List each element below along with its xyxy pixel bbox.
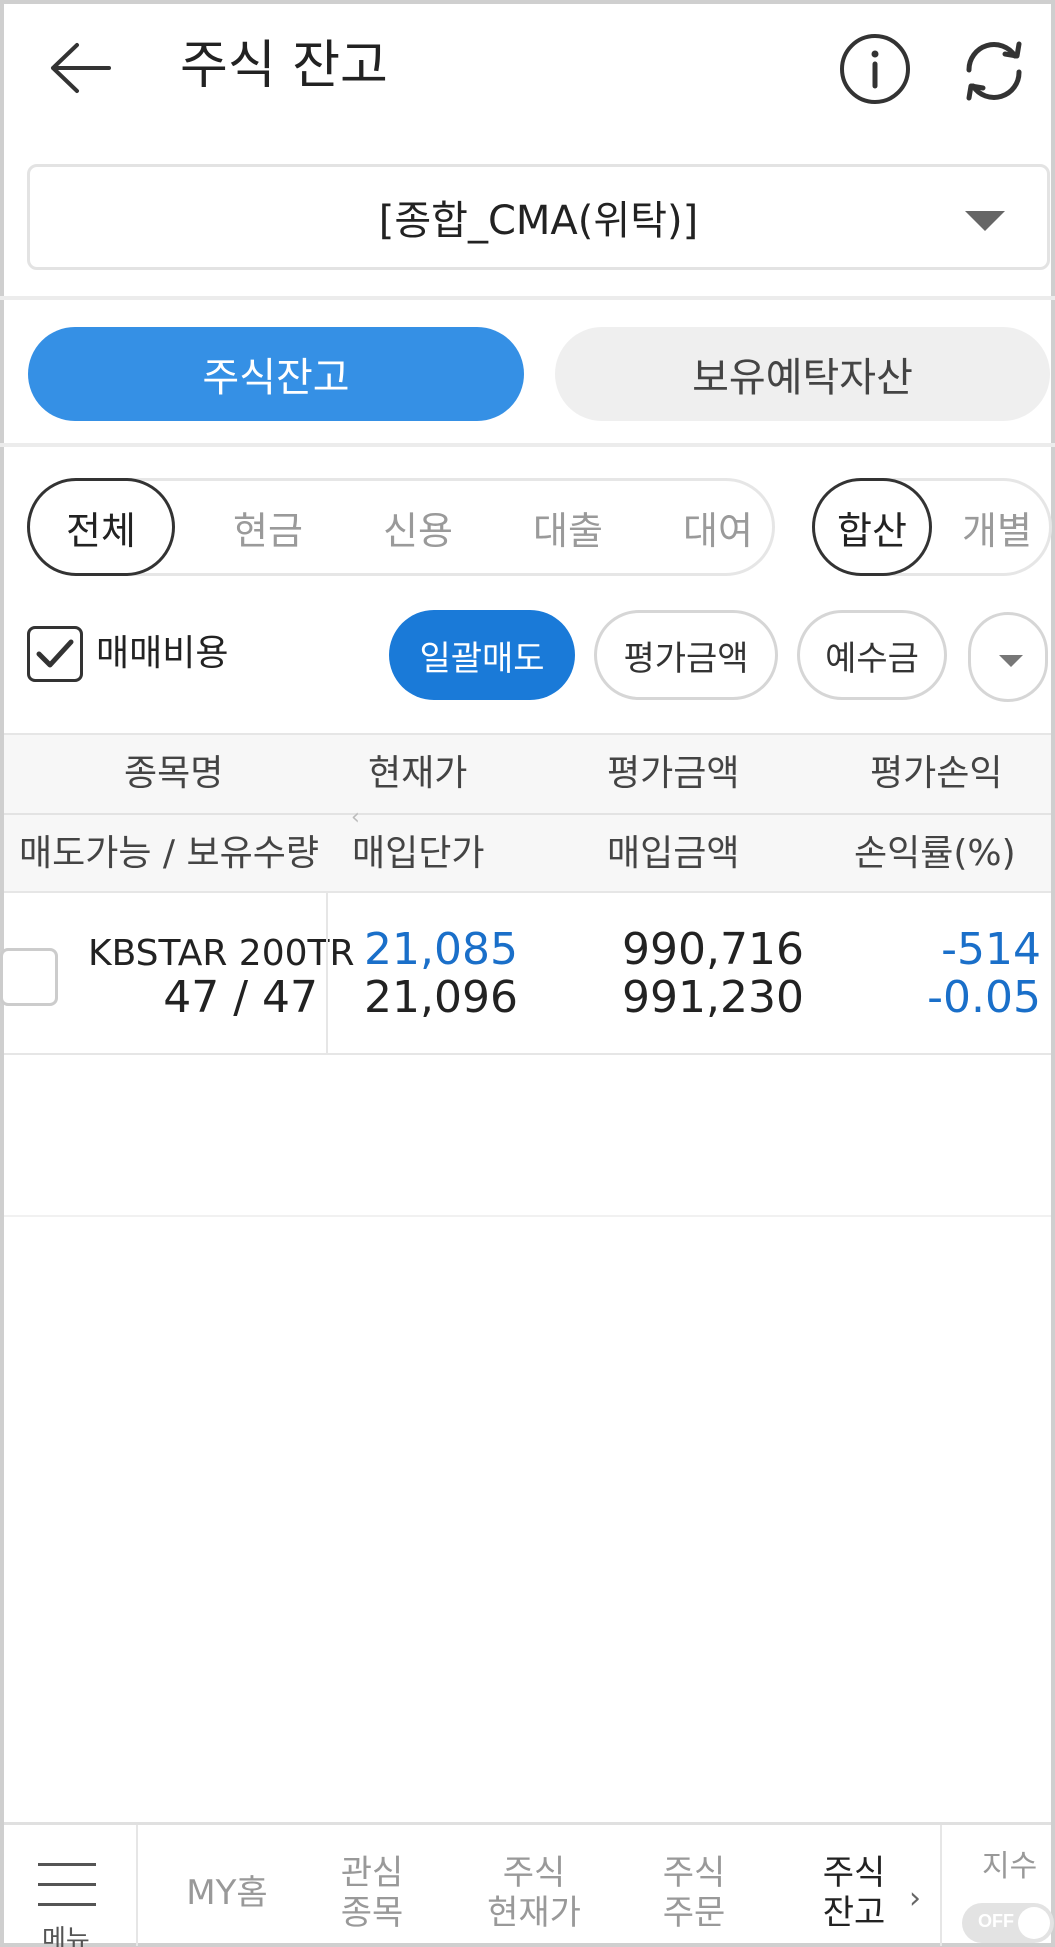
scroll-left-icon[interactable]: ‹ [351,805,360,830]
fee-checkbox-label: 매매비용 [96,633,229,674]
nav-label: MY홈 [186,1873,268,1913]
refresh-button[interactable] [955,32,1033,110]
sell-all-button[interactable]: 일괄매도 [389,610,575,700]
avg-price: 21,096 [364,972,518,1023]
caret-down-icon [965,211,1005,231]
buy-amount: 991,230 [622,972,804,1023]
fee-checkbox[interactable] [27,626,83,682]
table-header: 종목명 현재가 평가금액 평가손익 ‹ 매도가능 / 보유수량 매입단가 매입금… [4,733,1051,893]
nav-label: 잔고 [822,1893,886,1933]
col-qty: 매도가능 / 보유수량 [19,833,319,874]
back-button[interactable] [40,28,120,108]
col-pnl-rate: 손익률(%) [854,833,1016,874]
index-label: 지수 [982,1849,1038,1884]
eval-pnl: -514 [941,924,1041,975]
tab-deposit-assets[interactable]: 보유예탁자산 [555,327,1050,421]
eval-amount: 990,716 [622,924,804,975]
view-combined[interactable]: 합산 [812,478,932,576]
nav-label: 관심 [340,1853,404,1893]
nav-label: 주문 [662,1893,726,1933]
check-icon [36,639,74,668]
account-dropdown[interactable]: [종합_CMA(위탁)] [27,164,1050,270]
filter-lending[interactable]: 대여 [658,478,778,576]
hamburger-icon [38,1863,96,1923]
nav-label: 종목 [340,1893,404,1933]
divider [4,813,1051,815]
filter-loan[interactable]: 대출 [508,478,628,576]
divider [326,893,328,1055]
col-eval-amount: 평가금액 [607,753,740,794]
toggle-label: OFF [978,1911,1014,1931]
stock-qty: 47 / 47 [163,972,318,1023]
index-panel: 지수 OFF [940,1825,1054,1946]
nav-watchlist[interactable]: 관심 종목 [322,1853,422,1933]
nav-balance[interactable]: 주식 잔고 [804,1853,904,1933]
col-eval-pnl: 평가손익 [870,753,1003,794]
col-buy-amount: 매입금액 [607,833,740,874]
more-options-button[interactable] [968,612,1048,702]
divider [0,443,1055,447]
divider [0,296,1055,300]
col-name: 종목명 [124,753,224,794]
eval-amount-button[interactable]: 평가금액 [594,610,778,700]
view-filter: 합산 개별 [812,478,1052,576]
filter-all[interactable]: 전체 [27,478,175,576]
nav-my-home[interactable]: MY홈 [172,1873,282,1913]
toggle-knob [1018,1907,1050,1939]
chevron-right-icon[interactable]: › [909,1881,921,1916]
menu-label: 메뉴 [42,1925,90,1947]
type-filter: 전체 현금 신용 대출 대여 [27,478,775,576]
nav-label: 주식 [662,1853,726,1893]
caret-down-icon [999,655,1023,667]
nav-label: 주식 [502,1853,566,1893]
refresh-icon [966,41,1022,101]
info-button[interactable] [838,32,912,106]
index-toggle[interactable]: OFF [962,1903,1054,1943]
deposit-button[interactable]: 예수금 [797,610,947,700]
pnl-rate: -0.05 [927,972,1041,1023]
account-label: [종합_CMA(위탁)] [378,198,699,244]
col-avg-price: 매입단가 [352,833,485,874]
table-row[interactable]: KBSTAR 200TR 47 / 47 21,085 21,096 990,7… [0,893,1051,1055]
nav-order[interactable]: 주식 주문 [644,1853,744,1933]
current-price: 21,085 [364,924,518,975]
filter-credit[interactable]: 신용 [358,478,478,576]
header: 주식 잔고 [0,0,1055,140]
page-title: 주식 잔고 [180,36,388,96]
filter-cash[interactable]: 현금 [208,478,328,576]
arrow-left-icon [51,43,111,93]
info-icon [840,34,910,104]
row-checkbox[interactable] [0,948,58,1006]
view-individual[interactable]: 개별 [945,478,1049,576]
nav-current-price[interactable]: 주식 현재가 [474,1853,594,1933]
divider [4,1215,1051,1217]
tab-stock-balance[interactable]: 주식잔고 [28,327,524,421]
nav-label: 현재가 [487,1893,581,1933]
nav-label: 주식 [822,1853,886,1893]
bottom-nav: 메뉴 MY홈 관심 종목 주식 현재가 주식 주문 주식 잔고 › 지수 OFF [4,1822,1054,1947]
col-current-price: 현재가 [368,753,468,794]
menu-button[interactable]: 메뉴 [4,1825,138,1947]
